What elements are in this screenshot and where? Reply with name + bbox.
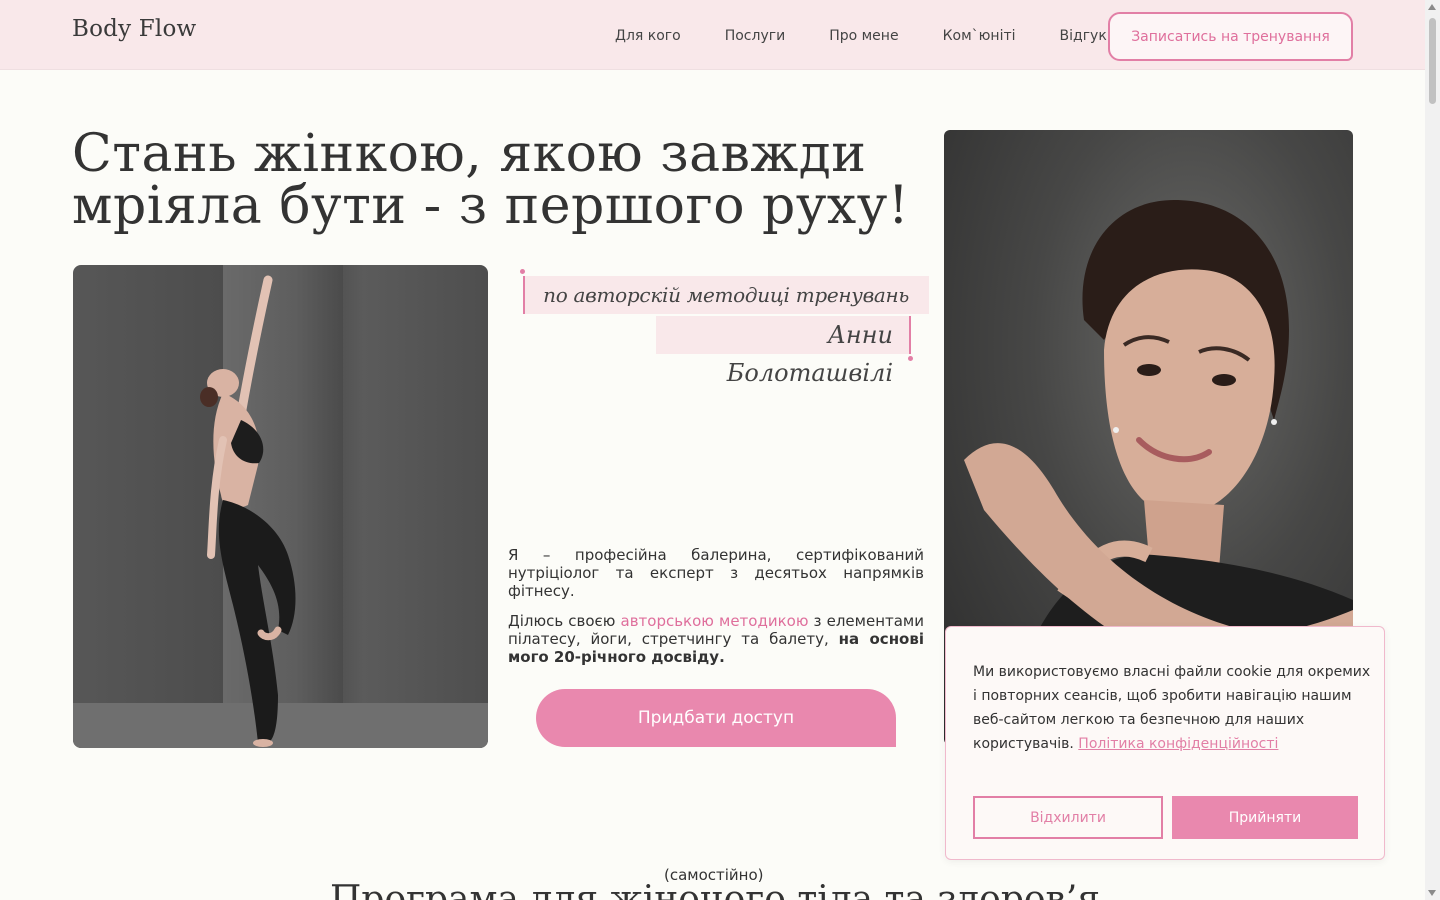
desc-paragraph-2: Ділюсь своєю авторською методикою з елем… bbox=[508, 612, 924, 666]
main-nav: Для кого Послуги Про мене Ком`юніті Відг… bbox=[615, 28, 1160, 44]
nav-item-about[interactable]: Про мене bbox=[829, 28, 898, 44]
dancer-figure-illustration bbox=[200, 275, 296, 747]
dancer-photo bbox=[73, 265, 488, 748]
hero-title-line2: мріяла бути - з першого руху! bbox=[72, 176, 910, 236]
privacy-policy-link[interactable]: Політика конфіденційності bbox=[1078, 736, 1278, 752]
nav-item-for-whom[interactable]: Для кого bbox=[615, 28, 681, 44]
decorative-dot bbox=[908, 356, 913, 361]
hero-title: Стань жінкою, якою завжди мріяла бути - … bbox=[72, 128, 942, 232]
site-header: Body Flow Для кого Послуги Про мене Ком`… bbox=[0, 0, 1425, 70]
cookie-message: Ми використовуємо власні файли cookie дл… bbox=[973, 664, 1371, 728]
logo[interactable]: Body Flow bbox=[72, 16, 196, 42]
buy-access-button[interactable]: Придбати доступ bbox=[536, 689, 896, 747]
hero-description: Я – професійна балерина, сертифікований … bbox=[508, 546, 924, 678]
desc-paragraph-1: Я – професійна балерина, сертифікований … bbox=[508, 546, 924, 600]
scroll-thumb[interactable] bbox=[1429, 18, 1436, 104]
cookie-consent-banner: Ми використовуємо власні файли cookie дл… bbox=[945, 626, 1385, 860]
subtitle-line1: по авторскій методиці тренувань bbox=[523, 276, 929, 314]
method-highlight: авторською методикою bbox=[620, 612, 809, 630]
nav-item-community[interactable]: Ком`юніті bbox=[943, 28, 1016, 44]
book-training-button[interactable]: Записатись на тренування bbox=[1108, 12, 1353, 61]
scroll-down-arrow-icon[interactable] bbox=[1428, 890, 1436, 896]
cookie-text: Ми використовуємо власні файли cookie дл… bbox=[973, 660, 1373, 756]
subtitle-line2: Анни Болоташвілі bbox=[656, 316, 911, 387]
hero-subtitle: по авторскій методиці тренувань Анни Бол… bbox=[518, 268, 929, 387]
desc2-text: Ділюсь своєю bbox=[508, 612, 621, 630]
accept-cookies-button[interactable]: Прийняти bbox=[1172, 796, 1358, 839]
cookie-message-end: користувачів. bbox=[973, 736, 1074, 752]
section-heading-partial: Програма для жіночого тіла та здоров’я bbox=[330, 879, 1100, 900]
decline-cookies-button[interactable]: Відхилити bbox=[973, 796, 1163, 839]
scroll-up-arrow-icon[interactable] bbox=[1428, 4, 1436, 10]
nav-item-services[interactable]: Послуги bbox=[725, 28, 785, 44]
decorative-dot bbox=[520, 269, 525, 274]
hero-title-line1: Стань жінкою, якою завжди bbox=[72, 124, 867, 184]
page-scrollbar[interactable] bbox=[1425, 0, 1440, 900]
